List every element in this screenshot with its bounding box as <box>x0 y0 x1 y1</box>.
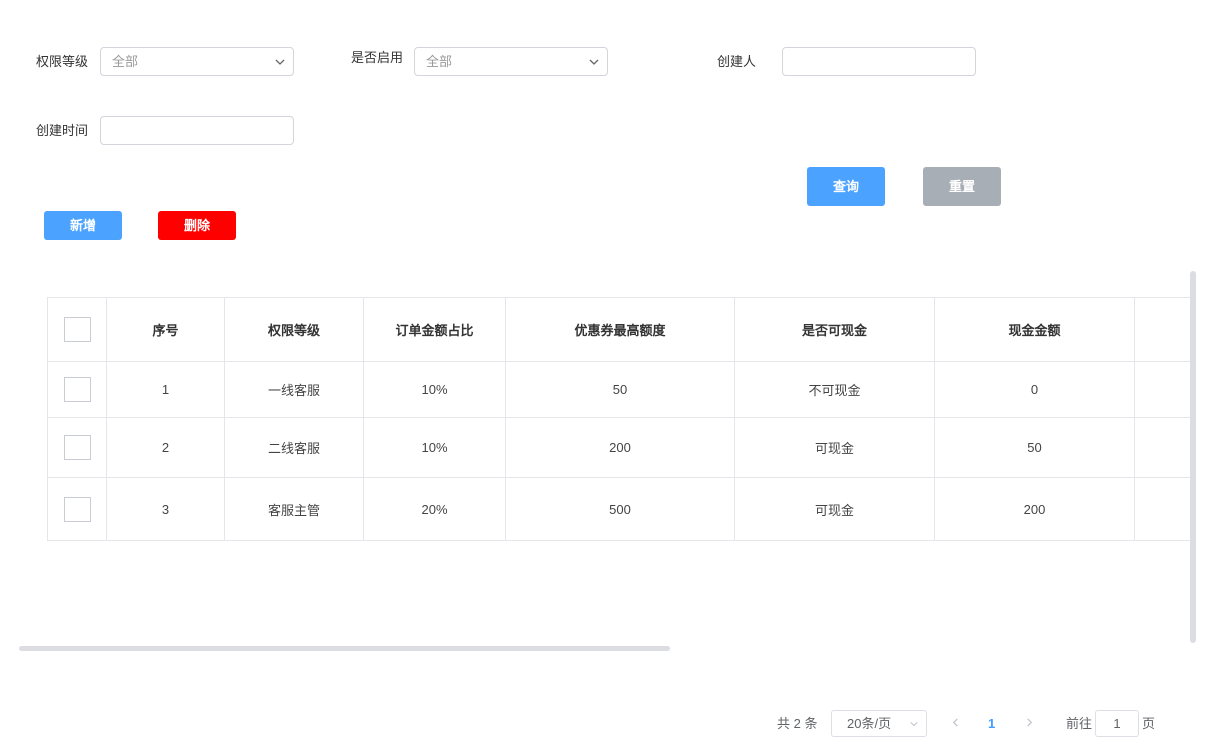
column-header: 订单金额占比 <box>363 297 506 362</box>
permission-table: 序号 权限等级 订单金额占比 优惠券最高额度 是否可现金 现金金额 1 一线客服… <box>47 297 1191 544</box>
table-cell: 2 <box>106 417 225 478</box>
column-header-overflow <box>1134 297 1191 362</box>
delete-button[interactable]: 删除 <box>158 211 236 240</box>
table-cell: 50 <box>934 417 1135 478</box>
row-checkbox[interactable] <box>63 435 91 460</box>
column-header: 优惠券最高额度 <box>505 297 735 362</box>
table-cell: 0 <box>934 361 1135 418</box>
level-filter-label: 权限等级 <box>36 54 89 69</box>
chevron-down-icon <box>910 722 918 727</box>
page-suffix-label: 页 <box>1142 716 1156 731</box>
column-header: 是否可现金 <box>734 297 935 362</box>
row-select-cell[interactable] <box>47 417 107 478</box>
current-page-number[interactable]: 1 <box>988 715 995 733</box>
table-cell: 客服主管 <box>224 477 364 541</box>
table-cell-overflow <box>1134 477 1191 541</box>
table-cell: 10% <box>363 361 506 418</box>
row-checkbox[interactable] <box>63 496 91 522</box>
table-cell-overflow <box>1134 417 1191 478</box>
table-cell-overflow <box>1134 361 1191 418</box>
column-header: 序号 <box>106 297 225 362</box>
chevron-down-icon <box>275 59 285 65</box>
table-row: 3 客服主管 20% 500 可现金 200 <box>47 477 1191 541</box>
row-select-cell[interactable] <box>47 477 107 541</box>
table-cell: 可现金 <box>734 477 935 541</box>
created-time-input[interactable] <box>100 116 294 145</box>
table-cell: 10% <box>363 417 506 478</box>
enabled-select-value: 全部 <box>426 54 453 69</box>
table-cell: 一线客服 <box>224 361 364 418</box>
column-header: 现金金额 <box>934 297 1135 362</box>
column-header: 权限等级 <box>224 297 364 362</box>
level-select-value: 全部 <box>112 54 139 69</box>
page-size-value: 20条/页 <box>847 716 892 731</box>
select-all-checkbox[interactable] <box>63 317 91 342</box>
creator-filter-label: 创建人 <box>717 54 757 69</box>
table-cell: 500 <box>505 477 735 541</box>
horizontal-scrollbar[interactable] <box>19 646 670 651</box>
row-select-cell[interactable] <box>47 361 107 418</box>
goto-label: 前往 <box>1066 716 1093 731</box>
table-cell: 二线客服 <box>224 417 364 478</box>
row-checkbox[interactable] <box>63 377 91 402</box>
vertical-scrollbar[interactable] <box>1190 271 1196 643</box>
reset-button[interactable]: 重置 <box>923 167 1001 206</box>
table-cell: 不可现金 <box>734 361 935 418</box>
level-select[interactable]: 全部 <box>100 47 294 76</box>
chevron-right-icon[interactable] <box>1025 718 1034 727</box>
select-all-cell[interactable] <box>47 297 107 362</box>
pagination-total: 共 2 条 <box>777 716 818 731</box>
table-row: 1 一线客服 10% 50 不可现金 0 <box>47 361 1191 418</box>
table-cell: 1 <box>106 361 225 418</box>
chevron-left-icon[interactable] <box>951 718 960 727</box>
table-cell: 20% <box>363 477 506 541</box>
table-row: 2 二线客服 10% 200 可现金 50 <box>47 417 1191 478</box>
table-header-row: 序号 权限等级 订单金额占比 优惠券最高额度 是否可现金 现金金额 <box>47 297 1191 362</box>
enabled-select[interactable]: 全部 <box>414 47 608 76</box>
query-button[interactable]: 查询 <box>807 167 885 206</box>
page-size-select[interactable]: 20条/页 <box>831 710 927 737</box>
chevron-down-icon <box>589 59 599 65</box>
table-cell: 可现金 <box>734 417 935 478</box>
table-cell: 200 <box>934 477 1135 541</box>
table-cell: 200 <box>505 417 735 478</box>
created-time-filter-label: 创建时间 <box>36 123 89 138</box>
table-cell: 50 <box>505 361 735 418</box>
goto-page-input[interactable]: 1 <box>1095 710 1139 737</box>
table-cell: 3 <box>106 477 225 541</box>
add-button[interactable]: 新增 <box>44 211 122 240</box>
creator-input[interactable] <box>782 47 976 76</box>
enabled-filter-label: 是否启用 <box>351 50 404 65</box>
